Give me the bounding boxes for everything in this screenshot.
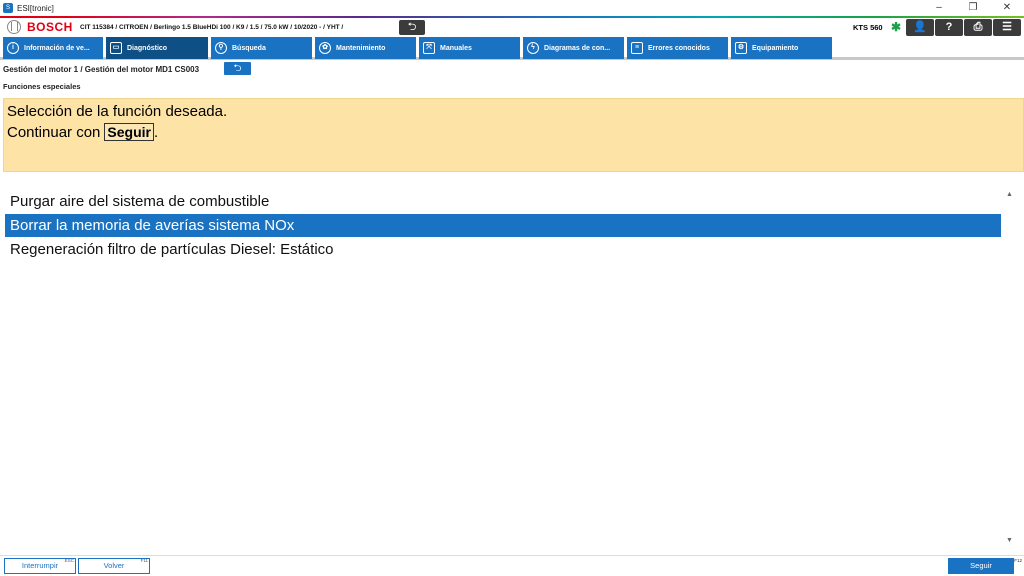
tab-diagnostic[interactable]: ▭ Diagnóstico: [106, 37, 208, 59]
minimize-button[interactable]: –: [922, 0, 956, 16]
scroll-up-arrow-icon[interactable]: ▲: [1006, 191, 1013, 198]
diagram-icon: ϟ: [527, 42, 539, 54]
tab-label: Mantenimiento: [336, 44, 386, 52]
vehicle-info: CIT 115384 / CITROEN / Berlingo 1.5 Blue…: [80, 24, 344, 31]
tab-known-errors[interactable]: ≡ Errores conocidos: [627, 37, 728, 59]
tab-label: Equipamiento: [752, 44, 799, 52]
instruction-panel: Selección de la función deseada. Continu…: [3, 98, 1024, 172]
tab-label: Diagnóstico: [127, 44, 168, 52]
instruction-line-2: Continuar con Seguir .: [7, 123, 158, 141]
list-scrollbar[interactable]: ▲ ▼: [1003, 189, 1017, 549]
instruction-suffix: .: [153, 123, 159, 141]
tab-maintenance[interactable]: ✿ Mantenimiento: [315, 37, 416, 59]
esi-app-icon: S: [3, 3, 13, 13]
tab-manuals[interactable]: ⤧ Manuales: [419, 37, 520, 59]
menu-button[interactable]: ☰: [993, 19, 1021, 36]
tab-equipment[interactable]: ⚙ Equipamiento: [731, 37, 832, 59]
window-title: ESI[tronic]: [17, 3, 54, 13]
continue-key-hint: F12: [1014, 558, 1022, 563]
section-title: Funciones especiales: [3, 82, 81, 91]
back-label: Volver: [103, 561, 125, 570]
user-button[interactable]: 👤: [906, 19, 934, 36]
list-item[interactable]: Regeneración filtro de partículas Diesel…: [5, 238, 1001, 261]
bosch-logo: BOSCH: [7, 20, 73, 34]
list-item-selected[interactable]: Borrar la memoria de averías sistema NOx: [5, 214, 1001, 237]
close-button[interactable]: ✕: [990, 0, 1024, 16]
interrupt-button[interactable]: Interrumpir ESC: [4, 558, 76, 574]
instruction-key: Seguir: [104, 123, 154, 141]
function-list: Purgar aire del sistema de combustible B…: [3, 189, 1003, 549]
scroll-down-arrow-icon[interactable]: ▼: [1006, 537, 1013, 544]
breadcrumb-back-button[interactable]: ⮌: [224, 62, 251, 75]
tab-label: Información de ve...: [24, 44, 90, 52]
tab-label: Búsqueda: [232, 44, 266, 52]
tab-diagrams[interactable]: ϟ Diagramas de con...: [523, 37, 624, 59]
tab-label: Manuales: [440, 44, 472, 52]
instruction-line-1: Selección de la función deseada.: [7, 103, 228, 120]
search-icon: ⚲: [215, 42, 227, 54]
bluetooth-icon: ✱: [891, 20, 902, 34]
interrupt-label: Interrumpir: [21, 561, 59, 570]
help-button[interactable]: ?: [935, 19, 963, 36]
info-icon: i: [7, 42, 19, 54]
tab-vehicle-info[interactable]: i Información de ve...: [3, 37, 103, 59]
main-tabs: i Información de ve... ▭ Diagnóstico ⚲ B…: [0, 37, 1024, 60]
brand-stripe: [0, 16, 1024, 18]
manuals-icon: ⤧: [423, 42, 435, 54]
continue-button[interactable]: Seguir F12: [948, 558, 1022, 574]
breadcrumb: Gestión del motor 1 / Gestión del motor …: [3, 65, 200, 74]
instruction-prefix: Continuar con: [7, 123, 101, 141]
continue-label: Seguir: [970, 561, 992, 570]
tab-label: Errores conocidos: [648, 44, 710, 52]
restore-button[interactable]: ❐: [956, 0, 990, 16]
tab-label: Diagramas de con...: [544, 44, 611, 52]
device-name: KTS 560: [853, 23, 883, 32]
print-button[interactable]: ⎙: [964, 19, 992, 36]
list-item[interactable]: Purgar aire del sistema de combustible: [5, 190, 1001, 213]
interrupt-key-hint: ESC: [64, 558, 74, 563]
bosch-armature-icon: [7, 20, 21, 34]
diagnostic-icon: ▭: [110, 42, 122, 54]
footer-bar: [0, 555, 1024, 576]
equipment-icon: ⚙: [735, 42, 747, 54]
back-key-hint: F11: [140, 558, 148, 563]
window-controls: – ❐ ✕: [922, 0, 1024, 16]
tab-search[interactable]: ⚲ Búsqueda: [211, 37, 312, 59]
brand-name: BOSCH: [27, 20, 73, 34]
header-back-button[interactable]: ⮌: [399, 20, 425, 35]
back-button[interactable]: Volver F11: [78, 558, 150, 574]
window-titlebar: S ESI[tronic]: [0, 0, 1024, 16]
maintenance-icon: ✿: [319, 42, 331, 54]
known-errors-icon: ≡: [631, 42, 643, 54]
